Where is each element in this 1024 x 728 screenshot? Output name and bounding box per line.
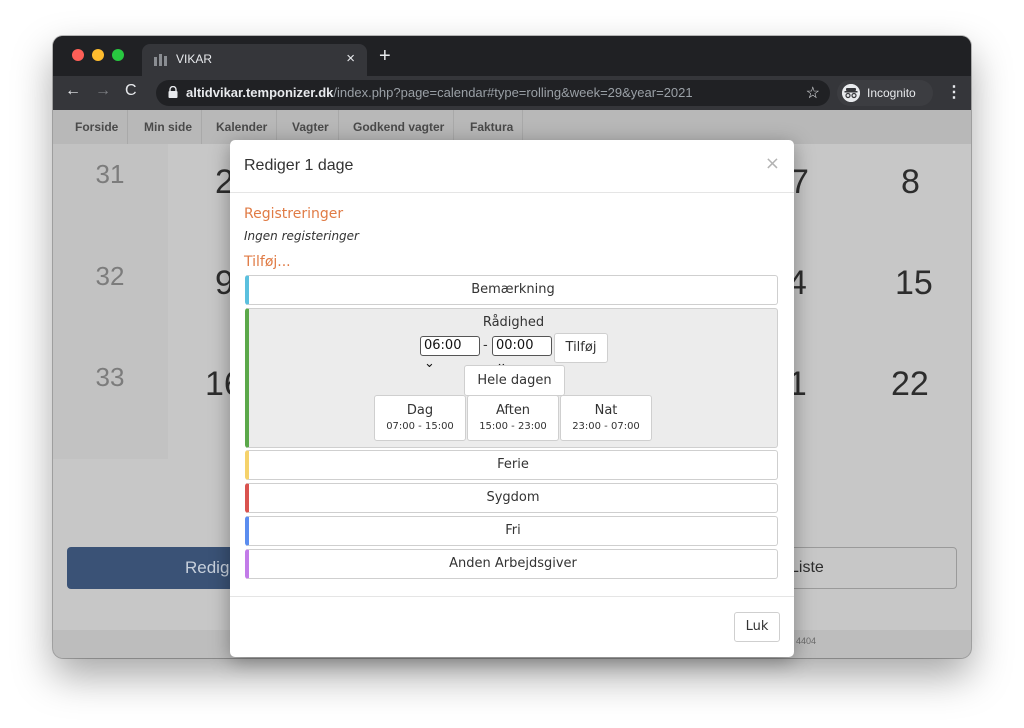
calendar-day[interactable]: 22	[891, 365, 929, 404]
evening-shift-button[interactable]: Aften 15:00 - 23:00	[467, 395, 559, 441]
address-bar[interactable]: altidvikar.temponizer.dk/index.php?page=…	[156, 80, 830, 106]
availability-panel: Rådighed 06:00 ⌄ - 00:00 ⌄ Tilføj Hele d…	[245, 308, 778, 448]
shift-time: 07:00 - 15:00	[386, 421, 454, 432]
add-link[interactable]: Tilføj...	[244, 254, 291, 270]
day-off-option-button[interactable]: Fri	[245, 516, 778, 546]
incognito-profile-button[interactable]: Incognito	[837, 80, 933, 106]
browser-tab[interactable]: VIKAR ×	[142, 44, 367, 76]
vacation-option-button[interactable]: Ferie	[245, 450, 778, 480]
modal-header: Rediger 1 dage ×	[230, 140, 794, 193]
nav-item-faktura[interactable]: Faktura	[461, 110, 524, 144]
registrations-heading: Registreringer	[244, 206, 344, 222]
to-time-value: 00:00	[496, 338, 534, 353]
nav-item-godkend-vagter[interactable]: Godkend vagter	[344, 110, 455, 144]
nav-item-min-side[interactable]: Min side	[135, 110, 203, 144]
week-number: 33	[95, 362, 125, 392]
back-arrow-icon[interactable]: ←	[65, 82, 81, 100]
shift-name: Nat	[594, 403, 618, 418]
nav-item-vagter[interactable]: Vagter	[283, 110, 339, 144]
browser-menu-icon[interactable]: ⋮	[946, 82, 962, 102]
close-modal-button[interactable]: Luk	[734, 612, 780, 642]
sickness-option-button[interactable]: Sygdom	[245, 483, 778, 513]
shift-time: 23:00 - 07:00	[572, 421, 640, 432]
add-availability-button[interactable]: Tilføj	[554, 333, 608, 363]
note-option-button[interactable]: Bemærkning	[245, 275, 778, 305]
bookmark-star-icon[interactable]: ☆	[806, 83, 820, 103]
url-path: /index.php?page=calendar#type=rolling&we…	[333, 85, 693, 100]
calendar-day[interactable]: 8	[901, 163, 920, 202]
from-time-select[interactable]: 06:00 ⌄	[420, 336, 480, 371]
modal-title: Rediger 1 dage	[244, 157, 354, 174]
forward-arrow-icon[interactable]: →	[95, 82, 111, 100]
modal-close-icon[interactable]: ×	[765, 153, 780, 174]
time-separator: -	[483, 338, 488, 353]
lock-icon	[168, 86, 178, 98]
nav-item-forside[interactable]: Forside	[66, 110, 129, 144]
site-favicon-icon	[154, 54, 167, 66]
minimize-window-button[interactable]	[92, 49, 104, 61]
footer-text: 4404	[796, 636, 817, 646]
week-number: 31	[95, 159, 125, 189]
availability-title: Rådighed	[482, 315, 545, 330]
chevron-down-icon: ⌄	[424, 356, 435, 371]
site-navigation: Forside Min side Kalender Vagter Godkend…	[53, 110, 971, 144]
week-number-column	[53, 144, 168, 459]
to-time-select[interactable]: 00:00 ⌄	[492, 336, 552, 371]
night-shift-button[interactable]: Nat 23:00 - 07:00	[560, 395, 652, 441]
modal-footer-divider	[230, 596, 794, 597]
week-number: 32	[95, 261, 125, 291]
shift-name: Dag	[406, 403, 434, 418]
nav-item-kalender[interactable]: Kalender	[207, 110, 278, 144]
shift-time: 15:00 - 23:00	[479, 421, 547, 432]
close-window-button[interactable]	[72, 49, 84, 61]
incognito-icon	[842, 84, 860, 102]
edit-days-modal: Rediger 1 dage × Registreringer Ingen re…	[230, 140, 794, 657]
reload-icon[interactable]: C	[125, 82, 137, 100]
whole-day-button[interactable]: Hele dagen	[464, 365, 565, 396]
no-registrations-text: Ingen registeringer	[244, 229, 359, 243]
title-bar: VIKAR × +	[53, 36, 971, 76]
other-employer-option-button[interactable]: Anden Arbejdsgiver	[245, 549, 778, 579]
day-shift-button[interactable]: Dag 07:00 - 15:00	[374, 395, 466, 441]
browser-toolbar: ← → C altidvikar.temponizer.dk/index.php…	[53, 76, 971, 110]
from-time-value: 06:00	[424, 338, 462, 353]
profile-label: Incognito	[867, 86, 916, 100]
new-tab-button[interactable]: +	[379, 45, 391, 68]
tab-title: VIKAR	[176, 52, 213, 66]
maximize-window-button[interactable]	[112, 49, 124, 61]
shift-name: Aften	[495, 403, 531, 418]
url-domain: altidvikar.temponizer.dk	[186, 85, 334, 100]
url-text[interactable]: altidvikar.temponizer.dk/index.php?page=…	[186, 85, 693, 100]
calendar-day[interactable]: 15	[895, 264, 933, 303]
tab-close-icon[interactable]: ×	[346, 50, 355, 67]
